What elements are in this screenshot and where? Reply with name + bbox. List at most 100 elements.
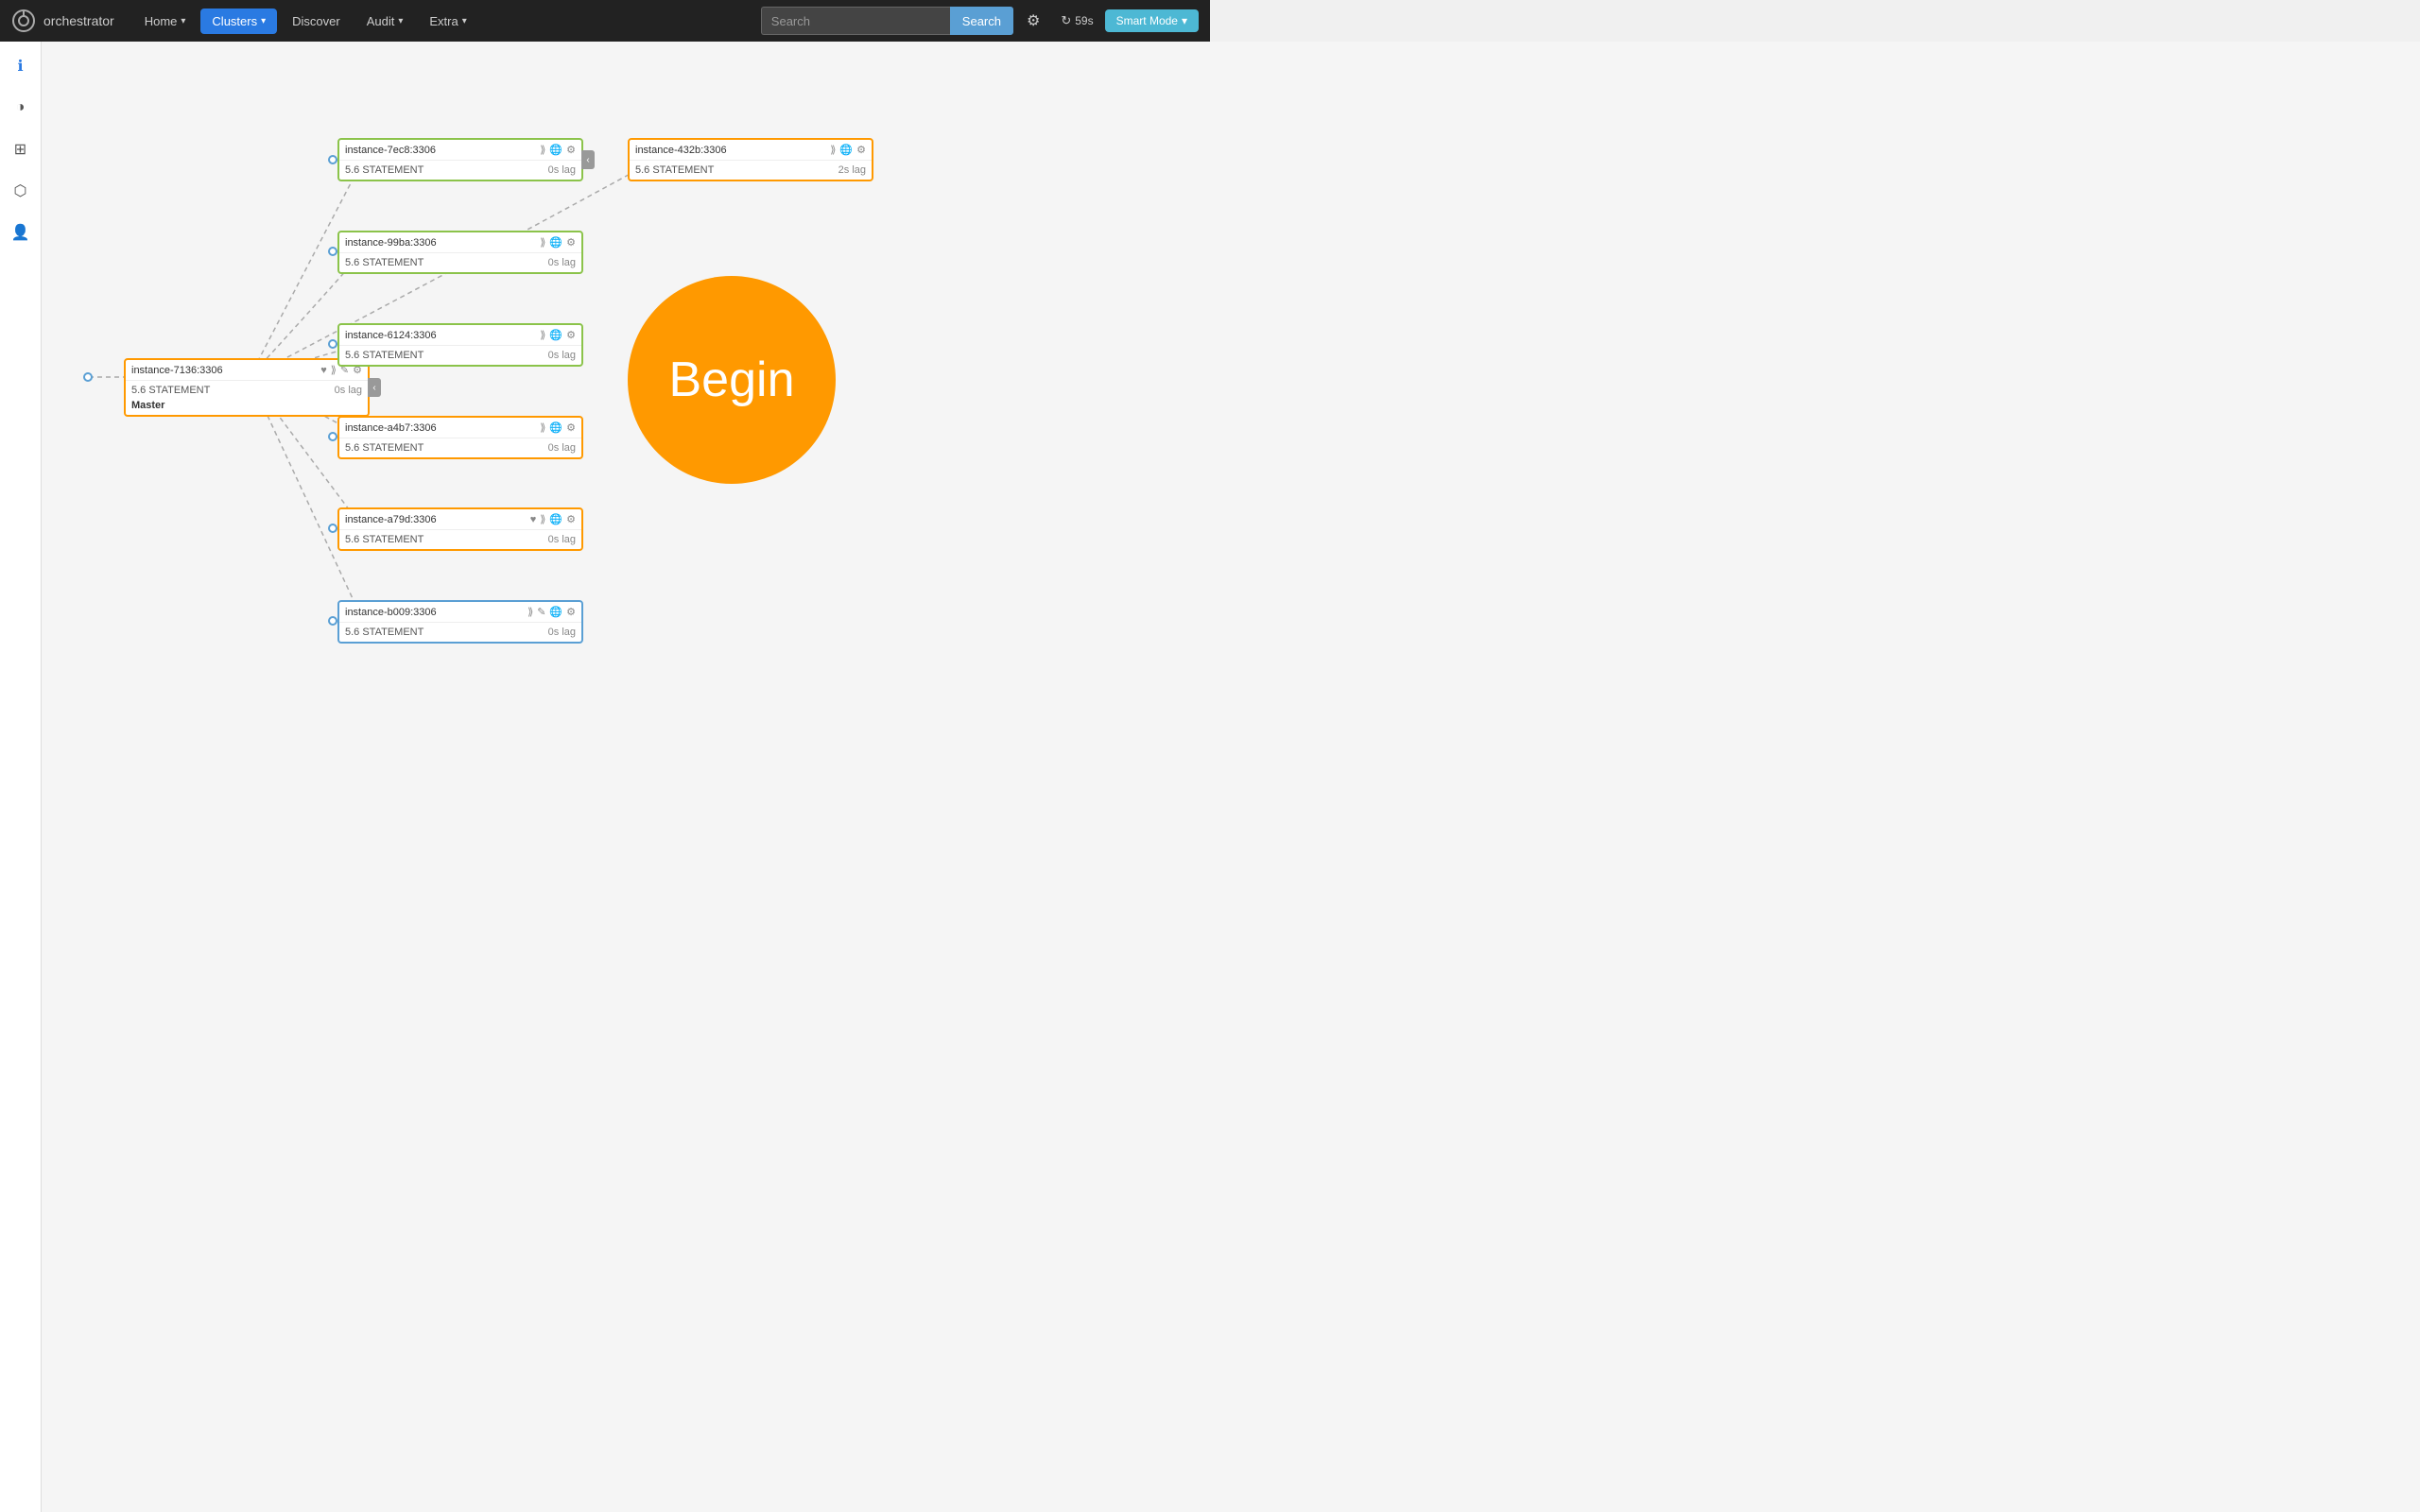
replica-6124-header: instance-6124:3306 ⟫ 🌐 ⚙	[339, 325, 581, 346]
rb009-skip-icon[interactable]: ⟫	[527, 606, 533, 618]
nav-audit[interactable]: Audit ▾	[355, 9, 415, 34]
nav-clusters[interactable]: Clusters ▾	[200, 9, 277, 34]
ra4b7-skip-icon[interactable]: ⟫	[540, 421, 545, 434]
settings-icon[interactable]: ⚙	[1017, 6, 1049, 36]
rb009-lag: 0s lag	[548, 627, 576, 638]
replica-a79d-title: instance-a79d:3306	[345, 514, 437, 525]
conn-dot-r7	[328, 616, 337, 626]
ra79d-lag: 0s lag	[548, 534, 576, 545]
r6124-globe-icon[interactable]: 🌐	[549, 329, 562, 341]
nav-home[interactable]: Home ▾	[133, 9, 198, 34]
master-node-body: 5.6 STATEMENT 0s lag	[126, 381, 368, 400]
r7ec8-collapse-arrow[interactable]: ‹	[581, 150, 595, 169]
rb009-gear-icon[interactable]: ⚙	[566, 606, 576, 618]
r99ba-globe-icon[interactable]: 🌐	[549, 236, 562, 249]
extra-caret-icon: ▾	[462, 16, 467, 26]
ra79d-skip-icon[interactable]: ⟫	[540, 513, 545, 525]
replica-a4b7-title: instance-a4b7:3306	[345, 422, 437, 434]
r432b-gear-icon[interactable]: ⚙	[856, 144, 866, 156]
master-version: 5.6 STATEMENT	[131, 385, 210, 396]
refresh-badge: ↻ 59s	[1053, 9, 1100, 32]
replica-99ba-header: instance-99ba:3306 ⟫ 🌐 ⚙	[339, 232, 581, 253]
brand-name: orchestrator	[43, 13, 114, 28]
master-collapse-arrow[interactable]: ‹	[368, 378, 381, 397]
replica-6124-title: instance-6124:3306	[345, 330, 437, 341]
master-heart-icon[interactable]: ♥	[320, 365, 327, 376]
conn-dot-master-left	[83, 372, 93, 382]
replica-a4b7-icons: ⟫ 🌐 ⚙	[540, 421, 576, 434]
search-container: Search	[761, 7, 1013, 35]
r432b-skip-icon[interactable]: ⟫	[830, 144, 836, 156]
r7ec8-gear-icon[interactable]: ⚙	[566, 144, 576, 156]
replica-7ec8-header: instance-7ec8:3306 ⟫ 🌐 ⚙	[339, 140, 581, 161]
ra79d-version: 5.6 STATEMENT	[345, 534, 424, 545]
replica-node-7ec8: instance-7ec8:3306 ⟫ 🌐 ⚙ 5.6 STATEMENT 0…	[337, 138, 583, 181]
replica-node-b009: instance-b009:3306 ⟫ ✎ 🌐 ⚙ 5.6 STATEMENT…	[337, 600, 583, 644]
replica-6124-icons: ⟫ 🌐 ⚙	[540, 329, 576, 341]
master-role-label: Master	[126, 400, 368, 415]
r6124-gear-icon[interactable]: ⚙	[566, 329, 576, 341]
begin-label: Begin	[669, 352, 795, 408]
sidebar-grid-icon[interactable]: ⊞	[8, 136, 34, 163]
begin-button[interactable]: Begin	[628, 276, 836, 484]
replica-432b-icons: ⟫ 🌐 ⚙	[830, 144, 866, 156]
replica-node-6124: instance-6124:3306 ⟫ 🌐 ⚙ 5.6 STATEMENT 0…	[337, 323, 583, 367]
replica-node-a4b7: instance-a4b7:3306 ⟫ 🌐 ⚙ 5.6 STATEMENT 0…	[337, 416, 583, 459]
sidebar: ℹ ◑ ⊞ ⬡ 👤	[0, 42, 42, 1512]
conn-dot-r3	[328, 247, 337, 256]
ra79d-globe-icon[interactable]: 🌐	[549, 513, 562, 525]
r6124-lag: 0s lag	[548, 350, 576, 361]
master-skip-icon[interactable]: ⟫	[331, 364, 337, 376]
navbar: orchestrator Home ▾ Clusters ▾ Discover …	[0, 0, 1210, 42]
rb009-globe-icon[interactable]: 🌐	[549, 606, 562, 618]
r99ba-skip-icon[interactable]: ⟫	[540, 236, 545, 249]
replica-b009-body: 5.6 STATEMENT 0s lag	[339, 623, 581, 642]
master-lag: 0s lag	[335, 385, 362, 396]
nav-discover[interactable]: Discover	[281, 9, 352, 34]
ra79d-gear-icon[interactable]: ⚙	[566, 513, 576, 525]
master-node-header: instance-7136:3306 ♥ ⟫ ✎ ⚙	[126, 360, 368, 381]
refresh-time: 59s	[1075, 14, 1093, 27]
replica-node-a79d: instance-a79d:3306 ♥ ⟫ 🌐 ⚙ 5.6 STATEMENT…	[337, 507, 583, 551]
sidebar-info-icon[interactable]: ℹ	[8, 53, 34, 79]
search-input[interactable]	[761, 7, 950, 35]
replica-node-432b: instance-432b:3306 ⟫ 🌐 ⚙ 5.6 STATEMENT 2…	[628, 138, 873, 181]
clusters-caret-icon: ▾	[261, 16, 266, 26]
search-button[interactable]: Search	[950, 7, 1013, 35]
rb009-version: 5.6 STATEMENT	[345, 627, 424, 638]
audit-caret-icon: ▾	[398, 16, 403, 26]
conn-dot-r4	[328, 339, 337, 349]
replica-7ec8-icons: ⟫ 🌐 ⚙	[540, 144, 576, 156]
replica-node-99ba: instance-99ba:3306 ⟫ 🌐 ⚙ 5.6 STATEMENT 0…	[337, 231, 583, 274]
sidebar-contrast-icon[interactable]: ◑	[8, 94, 34, 121]
topology-canvas: instance-7136:3306 ♥ ⟫ ✎ ⚙ 5.6 STATEMENT…	[42, 42, 2420, 1512]
ra4b7-version: 5.6 STATEMENT	[345, 442, 424, 454]
ra4b7-lag: 0s lag	[548, 442, 576, 454]
sidebar-drop-icon[interactable]: ⬡	[8, 178, 34, 204]
replica-a4b7-header: instance-a4b7:3306 ⟫ 🌐 ⚙	[339, 418, 581, 438]
r7ec8-version: 5.6 STATEMENT	[345, 164, 424, 176]
replica-432b-body: 5.6 STATEMENT 2s lag	[630, 161, 872, 180]
replica-a4b7-body: 5.6 STATEMENT 0s lag	[339, 438, 581, 457]
r7ec8-skip-icon[interactable]: ⟫	[540, 144, 545, 156]
replica-a79d-icons: ♥ ⟫ 🌐 ⚙	[530, 513, 576, 525]
rb009-edit-icon[interactable]: ✎	[537, 606, 545, 618]
r6124-skip-icon[interactable]: ⟫	[540, 329, 545, 341]
replica-b009-header: instance-b009:3306 ⟫ ✎ 🌐 ⚙	[339, 602, 581, 623]
ra79d-heart-icon[interactable]: ♥	[530, 514, 537, 525]
r99ba-lag: 0s lag	[548, 257, 576, 268]
ra4b7-gear-icon[interactable]: ⚙	[566, 421, 576, 434]
smart-mode-button[interactable]: Smart Mode ▾	[1105, 9, 1199, 32]
sidebar-user-icon[interactable]: 👤	[8, 219, 34, 246]
refresh-icon: ↻	[1061, 13, 1071, 28]
replica-99ba-title: instance-99ba:3306	[345, 237, 437, 249]
r432b-globe-icon[interactable]: 🌐	[839, 144, 853, 156]
ra4b7-globe-icon[interactable]: 🌐	[549, 421, 562, 434]
nav-extra[interactable]: Extra ▾	[418, 9, 477, 34]
r99ba-gear-icon[interactable]: ⚙	[566, 236, 576, 249]
r7ec8-globe-icon[interactable]: 🌐	[549, 144, 562, 156]
replica-b009-title: instance-b009:3306	[345, 607, 437, 618]
replica-432b-header: instance-432b:3306 ⟫ 🌐 ⚙	[630, 140, 872, 161]
brand-logo-icon	[11, 9, 36, 33]
replica-a79d-body: 5.6 STATEMENT 0s lag	[339, 530, 581, 549]
